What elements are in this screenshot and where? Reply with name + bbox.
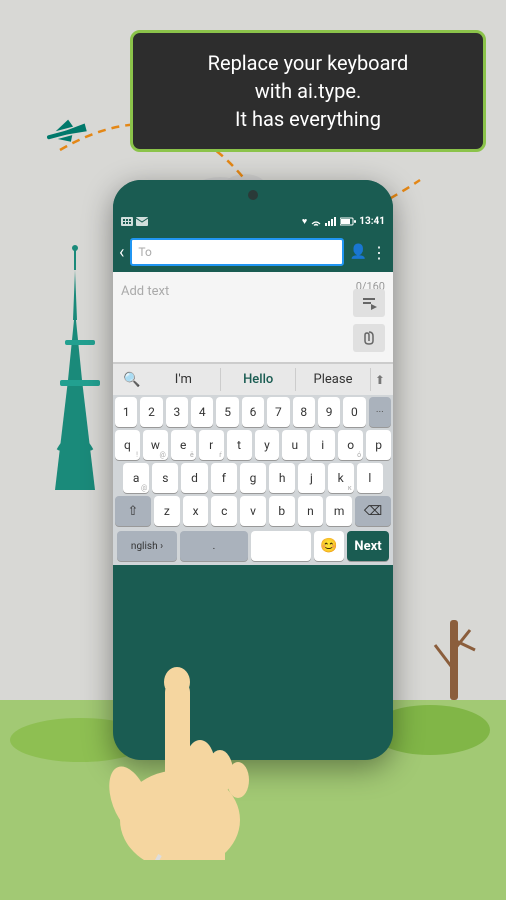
wifi-icon <box>310 217 322 226</box>
suggestion-bar: 🔍 I'm Hello Please ⬆ <box>113 363 393 395</box>
key-7[interactable]: 7 <box>267 397 289 427</box>
status-right: ♥ 13:41 <box>302 216 385 227</box>
key-d[interactable]: d <box>181 463 207 493</box>
key-1[interactable]: 1 <box>115 397 137 427</box>
suggestion-please[interactable]: Please <box>296 368 371 391</box>
key-6[interactable]: 6 <box>242 397 264 427</box>
key-u[interactable]: u <box>282 430 307 460</box>
suggestion-im[interactable]: I'm <box>146 368 221 391</box>
key-e[interactable]: eë <box>171 430 196 460</box>
suggestion-hello[interactable]: Hello <box>221 368 296 391</box>
tooltip-box: Replace your keyboard with ai.type. It h… <box>130 30 486 152</box>
key-2[interactable]: 2 <box>140 397 162 427</box>
key-x[interactable]: x <box>183 496 209 526</box>
next-key[interactable]: Next <box>347 531 389 561</box>
key-b[interactable]: b <box>269 496 295 526</box>
more-options-icon[interactable]: ⋮ <box>371 243 387 262</box>
qwerty-row3: ⇧ z x c v b n m ⌫ <box>115 496 391 526</box>
key-i[interactable]: i <box>310 430 335 460</box>
search-kb-icon[interactable]: 🔍 <box>117 372 146 388</box>
key-o[interactable]: oó <box>338 430 363 460</box>
language-key[interactable]: nglish › <box>117 531 177 561</box>
qwerty-row1: q! w@ eë rŕ t y u i oó p <box>115 430 391 460</box>
key-c[interactable]: c <box>211 496 237 526</box>
format-icon <box>361 296 377 310</box>
phone: ♥ 13:41 ‹ T <box>113 180 393 760</box>
contact-icon[interactable]: 👤 <box>350 244 367 260</box>
status-bar: ♥ 13:41 <box>113 210 393 232</box>
format-button[interactable] <box>353 289 385 317</box>
time-display: 13:41 <box>359 216 385 227</box>
to-placeholder: To <box>138 245 151 259</box>
attach-button[interactable] <box>353 324 385 352</box>
signal-icon <box>325 217 337 226</box>
key-z[interactable]: z <box>154 496 180 526</box>
bottom-row: nglish › . 😊 Next <box>115 529 391 565</box>
key-5[interactable]: 5 <box>216 397 238 427</box>
key-h[interactable]: h <box>269 463 295 493</box>
key-0[interactable]: 0 <box>343 397 365 427</box>
key-f[interactable]: f <box>211 463 237 493</box>
to-input-field[interactable]: To <box>130 238 343 266</box>
key-m[interactable]: m <box>326 496 352 526</box>
header-icons: 👤 ⋮ <box>350 243 387 262</box>
shift-key[interactable]: ⇧ <box>115 496 151 526</box>
status-left <box>121 217 148 226</box>
key-p[interactable]: p <box>366 430 391 460</box>
key-r[interactable]: rŕ <box>199 430 224 460</box>
key-g[interactable]: g <box>240 463 266 493</box>
key-k[interactable]: kĸ <box>328 463 354 493</box>
key-l[interactable]: l <box>357 463 383 493</box>
back-button[interactable]: ‹ <box>119 242 124 263</box>
number-row: 1 2 3 4 5 6 7 8 9 0 ··· <box>115 397 391 427</box>
email-status-icon <box>136 217 148 226</box>
key-n[interactable]: n <box>298 496 324 526</box>
key-9[interactable]: 9 <box>318 397 340 427</box>
phone-camera <box>248 190 258 200</box>
key-y[interactable]: y <box>255 430 280 460</box>
key-s[interactable]: s <box>152 463 178 493</box>
key-j[interactable]: j <box>298 463 324 493</box>
sms-compose-header: ‹ To 👤 ⋮ <box>113 232 393 272</box>
key-4[interactable]: 4 <box>191 397 213 427</box>
key-8[interactable]: 8 <box>293 397 315 427</box>
tooltip-text: Replace your keyboard with ai.type. It h… <box>153 49 463 133</box>
keyboard: 1 2 3 4 5 6 7 8 9 0 ··· q! w@ eë rŕ t y … <box>113 395 393 565</box>
key-3[interactable]: 3 <box>166 397 188 427</box>
bluetooth-icon: ♥ <box>302 216 307 227</box>
key-w[interactable]: w@ <box>143 430 168 460</box>
emoji-key[interactable]: 😊 <box>314 531 344 561</box>
space-key[interactable] <box>251 531 311 561</box>
key-more-nums[interactable]: ··· <box>369 397 391 427</box>
sms-body[interactable]: Add text 0/160 <box>113 272 393 362</box>
keyboard-status-icon <box>121 217 133 226</box>
delete-key[interactable]: ⌫ <box>355 496 391 526</box>
add-text-placeholder: Add text <box>121 284 169 299</box>
period-key[interactable]: . <box>180 531 248 561</box>
suggestion-expand-icon[interactable]: ⬆ <box>371 373 389 387</box>
attach-icon <box>361 330 377 346</box>
key-t[interactable]: t <box>227 430 252 460</box>
phone-top-bezel <box>113 180 393 210</box>
battery-icon <box>340 217 356 226</box>
key-a[interactable]: a@ <box>123 463 149 493</box>
key-v[interactable]: v <box>240 496 266 526</box>
key-q[interactable]: q! <box>115 430 140 460</box>
qwerty-row2: a@ s d f g h j kĸ l <box>115 463 391 493</box>
